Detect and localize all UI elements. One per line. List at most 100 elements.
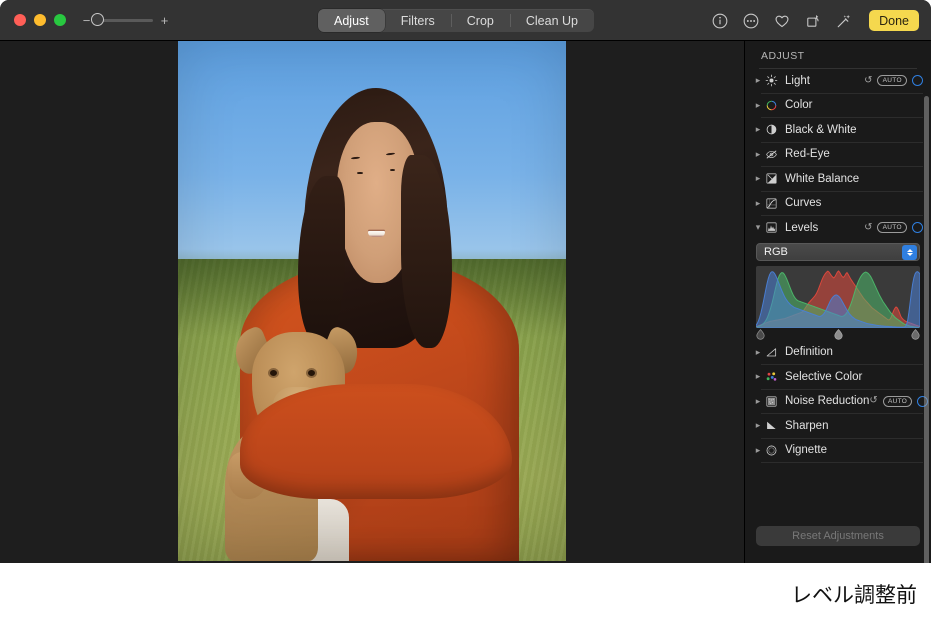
info-icon[interactable]	[711, 12, 729, 30]
chevron-right-icon[interactable]: ▸	[753, 100, 763, 111]
row-controls: ↺ AUTO	[869, 396, 928, 407]
enable-toggle[interactable]	[912, 222, 923, 233]
photos-editor-window: − + Adjust Filters Crop Clean Up	[0, 0, 931, 563]
sidebar-item-sharpen[interactable]: ▸ Sharpen	[745, 414, 931, 438]
chevron-right-icon[interactable]: ▸	[753, 420, 763, 431]
minimize-window-button[interactable]	[34, 14, 46, 26]
adjust-sidebar: ADJUST ▸ Light ↺ AUTO ▸	[744, 41, 931, 563]
reset-adjustments-button[interactable]: Reset Adjustments	[756, 526, 920, 546]
sidebar-item-red-eye[interactable]: ▸ Red-Eye	[745, 143, 931, 167]
stepper-icon[interactable]	[902, 245, 917, 260]
definition-icon	[765, 346, 778, 359]
sidebar-item-white-balance[interactable]: ▸ White Balance	[745, 167, 931, 191]
vignette-icon	[765, 444, 778, 457]
levels-histogram-wrap	[756, 266, 920, 341]
tab-filters[interactable]: Filters	[385, 9, 451, 32]
color-wheel-icon	[765, 99, 778, 112]
window-controls	[14, 14, 66, 26]
revert-icon[interactable]: ↺	[864, 223, 872, 233]
photo-vignette	[178, 41, 566, 561]
chevron-right-icon[interactable]: ▸	[753, 396, 763, 407]
sidebar-item-light[interactable]: ▸ Light ↺ AUTO	[745, 69, 931, 93]
sidebar-title: ADJUST	[745, 41, 931, 68]
more-options-icon[interactable]	[742, 12, 760, 30]
sharpen-icon	[765, 419, 778, 432]
chevron-right-icon[interactable]: ▸	[753, 149, 763, 160]
sidebar-item-label: Sharpen	[785, 420, 828, 432]
caption-text: レベル調整前	[791, 579, 917, 609]
tab-cleanup[interactable]: Clean Up	[510, 9, 594, 32]
sidebar-scrollbar[interactable]	[924, 96, 929, 563]
levels-slider-track[interactable]	[756, 329, 920, 341]
close-window-button[interactable]	[14, 14, 26, 26]
sidebar-item-label: Black & White	[785, 124, 857, 136]
row-controls: ↺ AUTO	[864, 75, 923, 86]
histogram-plot	[756, 266, 920, 328]
levels-histogram[interactable]	[756, 266, 920, 328]
sidebar-item-label: Color	[785, 99, 812, 111]
chevron-right-icon[interactable]: ▸	[753, 173, 763, 184]
eye-slash-icon	[765, 148, 778, 161]
tab-crop[interactable]: Crop	[451, 9, 510, 32]
sidebar-item-levels[interactable]: ▾ Levels ↺ AUTO	[745, 216, 931, 240]
zoom-slider-knob[interactable]	[91, 13, 104, 26]
zoom-out-icon[interactable]: −	[82, 14, 91, 27]
sidebar-item-selective-color[interactable]: ▸ Selective Color	[745, 365, 931, 389]
levels-white-point-handle[interactable]	[911, 329, 920, 340]
noise-reduction-icon	[765, 395, 778, 408]
rotate-icon[interactable]	[804, 12, 822, 30]
brightness-icon	[765, 74, 778, 87]
revert-icon[interactable]: ↺	[864, 76, 872, 86]
tab-adjust[interactable]: Adjust	[318, 9, 385, 32]
chevron-right-icon[interactable]: ▸	[753, 198, 763, 209]
auto-button[interactable]: AUTO	[883, 396, 913, 407]
levels-channel-select[interactable]: RGB	[756, 243, 920, 261]
sidebar-item-noise-reduction[interactable]: ▸ Noise Reduction ↺ AUTO	[745, 390, 931, 414]
chevron-right-icon[interactable]: ▸	[753, 75, 763, 86]
sidebar-item-label: Vignette	[785, 444, 827, 456]
chevron-right-icon[interactable]: ▸	[753, 124, 763, 135]
sidebar-item-color[interactable]: ▸ Color	[745, 94, 931, 118]
toolbar-actions: Done	[711, 0, 919, 41]
levels-black-point-handle[interactable]	[756, 329, 765, 340]
sidebar-item-label: Curves	[785, 197, 821, 209]
zoom-slider[interactable]: − +	[82, 14, 169, 27]
auto-button[interactable]: AUTO	[877, 222, 907, 233]
zoom-in-icon[interactable]: +	[160, 14, 169, 27]
levels-channel-value: RGB	[764, 246, 788, 258]
selective-color-icon	[765, 370, 778, 383]
sidebar-item-label: White Balance	[785, 173, 859, 185]
favorite-heart-icon[interactable]	[773, 12, 791, 30]
sidebar-item-label: Noise Reduction	[785, 395, 869, 407]
sidebar-item-black-and-white[interactable]: ▸ Black & White	[745, 118, 931, 142]
photo-canvas	[0, 41, 744, 563]
sidebar-item-label: Red-Eye	[785, 148, 830, 160]
enable-toggle[interactable]	[912, 75, 923, 86]
auto-button[interactable]: AUTO	[877, 75, 907, 86]
done-button[interactable]: Done	[869, 10, 919, 31]
zoom-window-button[interactable]	[54, 14, 66, 26]
row-controls: ↺ AUTO	[864, 222, 923, 233]
sidebar-item-definition[interactable]: ▸ Definition	[745, 341, 931, 365]
chevron-right-icon[interactable]: ▸	[753, 347, 763, 358]
chevron-right-icon[interactable]: ▸	[753, 371, 763, 382]
chevron-down-icon[interactable]: ▾	[753, 222, 763, 233]
sidebar-item-label: Light	[785, 75, 810, 87]
revert-icon[interactable]: ↺	[869, 396, 877, 406]
chevron-right-icon[interactable]: ▸	[753, 445, 763, 456]
levels-icon	[765, 221, 778, 234]
sidebar-item-label: Levels	[785, 222, 818, 234]
sidebar-item-label: Definition	[785, 346, 833, 358]
toolbar: − + Adjust Filters Crop Clean Up	[0, 0, 931, 41]
edited-photo[interactable]	[178, 41, 566, 561]
sidebar-item-label: Selective Color	[785, 371, 862, 383]
sidebar-item-curves[interactable]: ▸ Curves	[745, 192, 931, 216]
figure-caption: レベル調整前	[0, 563, 931, 625]
magic-wand-icon[interactable]	[835, 12, 853, 30]
divider	[761, 462, 923, 463]
levels-mid-point-handle[interactable]	[834, 329, 843, 340]
curves-icon	[765, 197, 778, 210]
sidebar-item-vignette[interactable]: ▸ Vignette	[745, 439, 931, 463]
mode-tabs: Adjust Filters Crop Clean Up	[318, 9, 594, 32]
zoom-slider-track[interactable]	[98, 19, 153, 22]
